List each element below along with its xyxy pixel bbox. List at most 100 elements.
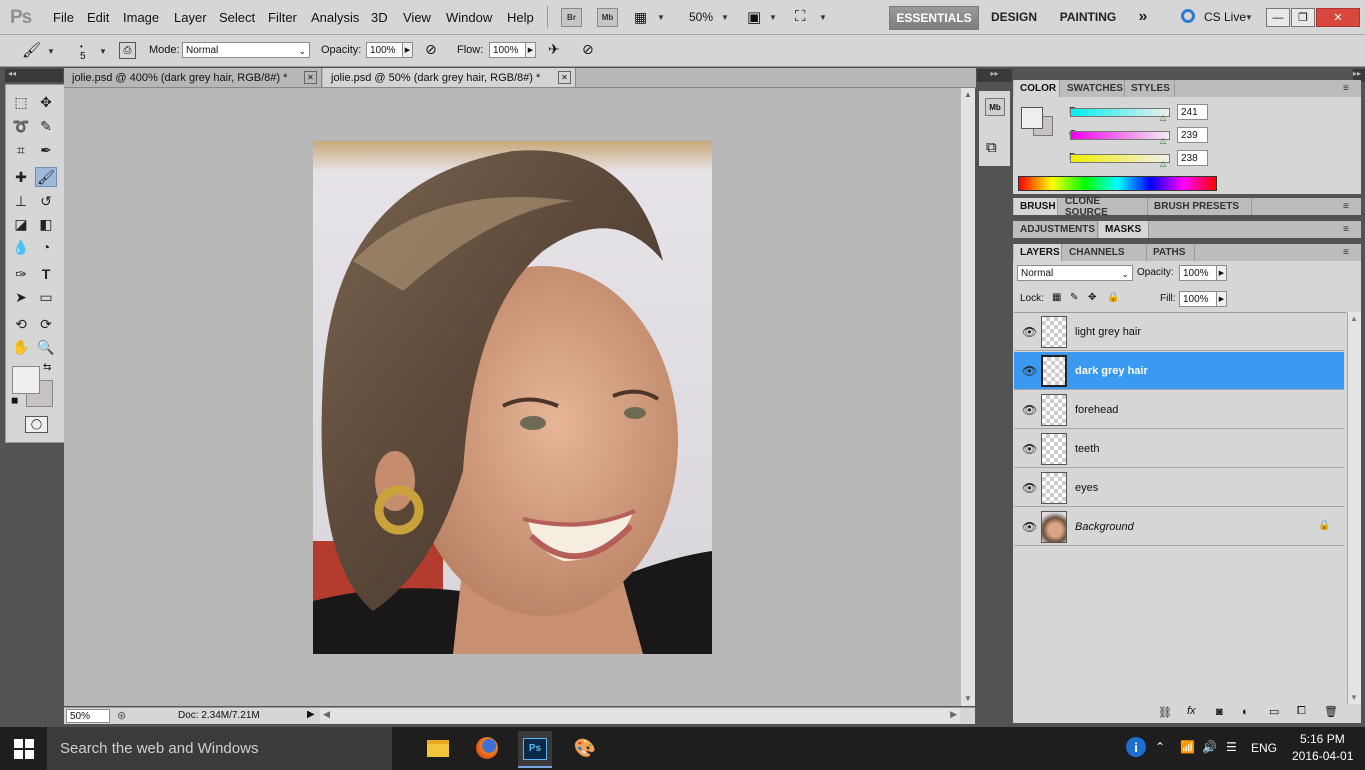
menu-3d[interactable]: 3D bbox=[371, 10, 388, 25]
vertical-scrollbar[interactable]: ▲ ▼ bbox=[961, 88, 975, 706]
crop-tool-icon[interactable]: ⌗ bbox=[10, 140, 32, 160]
screen-mode-icon[interactable]: ⛶ bbox=[795, 8, 806, 25]
show-hidden-icons-icon[interactable]: ⌃ bbox=[1155, 740, 1165, 754]
scroll-down-icon[interactable]: ▼ bbox=[964, 694, 972, 703]
zoom-level[interactable]: 50% bbox=[689, 10, 713, 24]
tab-adjustments[interactable]: ADJUSTMENTS bbox=[1014, 221, 1098, 238]
pressure-opacity-icon[interactable]: ⊘ bbox=[425, 41, 437, 58]
quick-selection-tool-icon[interactable]: ✎ bbox=[35, 116, 57, 136]
arrange-documents-icon[interactable]: ▣ bbox=[747, 8, 761, 26]
tab-paths[interactable]: PATHS bbox=[1147, 244, 1195, 261]
layer-opacity-slider-button[interactable]: ▶ bbox=[1216, 265, 1227, 281]
foreground-color-swatch-top[interactable] bbox=[12, 366, 40, 394]
move-tool-icon[interactable]: ✥ bbox=[35, 92, 57, 112]
menu-select[interactable]: Select bbox=[219, 10, 255, 25]
chevron-down-icon[interactable]: ▼ bbox=[1245, 13, 1253, 22]
workspace-design[interactable]: DESIGN bbox=[985, 6, 1043, 28]
tab-doc-400[interactable]: jolie.psd @ 400% (dark grey hair, RGB/8#… bbox=[64, 68, 322, 87]
chevron-down-icon[interactable]: ▼ bbox=[769, 13, 777, 22]
restore-button[interactable]: ❐ bbox=[1291, 8, 1315, 27]
b-slider[interactable] bbox=[1070, 154, 1170, 163]
extras-icon[interactable]: ▦ bbox=[634, 9, 647, 26]
add-mask-icon[interactable]: ◙ bbox=[1216, 706, 1223, 718]
delete-layer-icon[interactable]: 🗑 bbox=[1324, 705, 1338, 718]
link-layers-icon[interactable]: ⛓ bbox=[1158, 706, 1172, 719]
tab-clone-source[interactable]: CLONE SOURCE bbox=[1059, 196, 1148, 218]
photoshop-taskbar-icon[interactable]: Ps bbox=[518, 731, 552, 768]
volume-icon[interactable]: 🔊 bbox=[1202, 740, 1217, 754]
blur-tool-icon[interactable]: 💧 bbox=[10, 237, 32, 257]
mini-bridge-icon[interactable]: Mb bbox=[985, 98, 1005, 116]
tab-brush[interactable]: BRUSH bbox=[1014, 198, 1058, 215]
firefox-icon[interactable] bbox=[470, 733, 504, 763]
paint-icon[interactable]: 🎨 bbox=[568, 733, 602, 763]
eye-icon[interactable]: 👁 bbox=[1022, 403, 1037, 417]
menu-view[interactable]: View bbox=[403, 10, 431, 25]
airbrush-icon[interactable]: ✈ bbox=[548, 41, 560, 58]
b-input[interactable]: 238 bbox=[1177, 150, 1208, 166]
action-center-icon[interactable]: ☰ bbox=[1226, 740, 1237, 754]
b-slider-handle-icon[interactable]: △ bbox=[1160, 159, 1166, 168]
layers-scrollbar[interactable]: ▲ ▼ bbox=[1347, 312, 1361, 704]
layer-row-dark-grey-hair[interactable]: 👁 dark grey hair bbox=[1014, 352, 1344, 390]
mode-select[interactable]: Normal ⌄ bbox=[182, 42, 310, 58]
chevron-down-icon[interactable]: ▼ bbox=[99, 47, 107, 56]
brush-panel-toggle-icon[interactable]: ⎙ bbox=[119, 42, 136, 59]
brush-tool-icon[interactable]: 🖌 bbox=[22, 41, 41, 59]
menu-image[interactable]: Image bbox=[123, 10, 159, 25]
cs-live-button[interactable]: CS Live bbox=[1204, 10, 1246, 24]
lock-pixels-icon[interactable]: ✎ bbox=[1070, 292, 1078, 303]
tab-color[interactable]: COLOR bbox=[1014, 80, 1060, 97]
flow-input[interactable]: 100% bbox=[489, 42, 526, 58]
language-indicator[interactable]: ENG bbox=[1251, 741, 1277, 755]
panel-menu-icon[interactable]: ≡ bbox=[1343, 83, 1349, 94]
r-slider-handle-icon[interactable]: △ bbox=[1160, 113, 1166, 122]
windows-start-icon[interactable] bbox=[14, 739, 34, 759]
tab-doc-50[interactable]: jolie.psd @ 50% (dark grey hair, RGB/8#)… bbox=[323, 68, 576, 87]
bridge-button[interactable]: Br bbox=[561, 8, 582, 27]
marquee-tool-icon[interactable]: ⬚ bbox=[10, 92, 32, 112]
eye-icon[interactable]: 👁 bbox=[1022, 520, 1037, 534]
horizontal-scrollbar[interactable]: ◀ ▶ bbox=[320, 708, 960, 723]
clock-date[interactable]: 2016-04-01 bbox=[1292, 749, 1353, 763]
color-ramp[interactable] bbox=[1018, 176, 1217, 191]
menu-edit[interactable]: Edit bbox=[87, 10, 109, 25]
gradient-tool-icon[interactable]: ◧ bbox=[35, 214, 57, 234]
swap-colors-icon[interactable]: ⇆ bbox=[43, 362, 51, 373]
lasso-tool-icon[interactable]: ➰ bbox=[10, 116, 32, 136]
type-tool-icon[interactable]: T bbox=[35, 264, 57, 284]
r-slider[interactable] bbox=[1070, 108, 1170, 117]
tab-swatches[interactable]: SWATCHES bbox=[1061, 80, 1125, 97]
menu-window[interactable]: Window bbox=[446, 10, 492, 25]
adjustment-layer-icon[interactable]: ◐ bbox=[1242, 706, 1249, 718]
panel-menu-icon[interactable]: ≡ bbox=[1343, 224, 1349, 235]
healing-brush-tool-icon[interactable]: ✚ bbox=[10, 167, 32, 187]
blend-mode-select[interactable]: Normal ⌄ bbox=[1017, 265, 1133, 281]
taskbar-search[interactable]: Search the web and Windows bbox=[47, 727, 392, 770]
scroll-right-icon[interactable]: ▶ bbox=[950, 709, 957, 720]
scroll-down-icon[interactable]: ▼ bbox=[1350, 693, 1358, 702]
panel-menu-icon[interactable]: ≡ bbox=[1343, 201, 1349, 212]
chevron-down-icon[interactable]: ▼ bbox=[721, 13, 729, 22]
menu-analysis[interactable]: Analysis bbox=[311, 10, 359, 25]
layer-row-teeth[interactable]: 👁 teeth bbox=[1014, 430, 1344, 468]
tab-styles[interactable]: STYLES bbox=[1125, 80, 1175, 97]
opacity-input[interactable]: 100% bbox=[366, 42, 403, 58]
lock-transparency-icon[interactable]: ▦ bbox=[1052, 292, 1061, 303]
brush-tool-icon[interactable]: 🖌 bbox=[35, 167, 57, 187]
pressure-size-icon[interactable]: ⊘ bbox=[582, 41, 594, 58]
status-zoom-input[interactable]: 50% bbox=[66, 709, 110, 723]
layer-row-background[interactable]: 👁 Background 🔒 bbox=[1014, 508, 1344, 546]
clone-stamp-tool-icon[interactable]: ⊥ bbox=[10, 191, 32, 211]
chevron-down-icon[interactable]: ▼ bbox=[657, 13, 665, 22]
opacity-slider-button[interactable]: ▶ bbox=[402, 42, 413, 58]
status-menu-arrow-icon[interactable]: ▶ bbox=[307, 709, 315, 720]
status-info-icon[interactable]: ⊛ bbox=[117, 709, 126, 722]
layer-opacity-input[interactable]: 100% bbox=[1179, 265, 1217, 281]
document-image[interactable] bbox=[313, 141, 712, 654]
panel-menu-icon[interactable]: ≡ bbox=[1343, 247, 1349, 258]
lock-position-icon[interactable]: ✥ bbox=[1088, 292, 1096, 303]
history-brush-tool-icon[interactable]: ↺ bbox=[35, 191, 57, 211]
default-colors-icon[interactable]: ◼ bbox=[11, 395, 18, 406]
scroll-left-icon[interactable]: ◀ bbox=[323, 709, 330, 720]
